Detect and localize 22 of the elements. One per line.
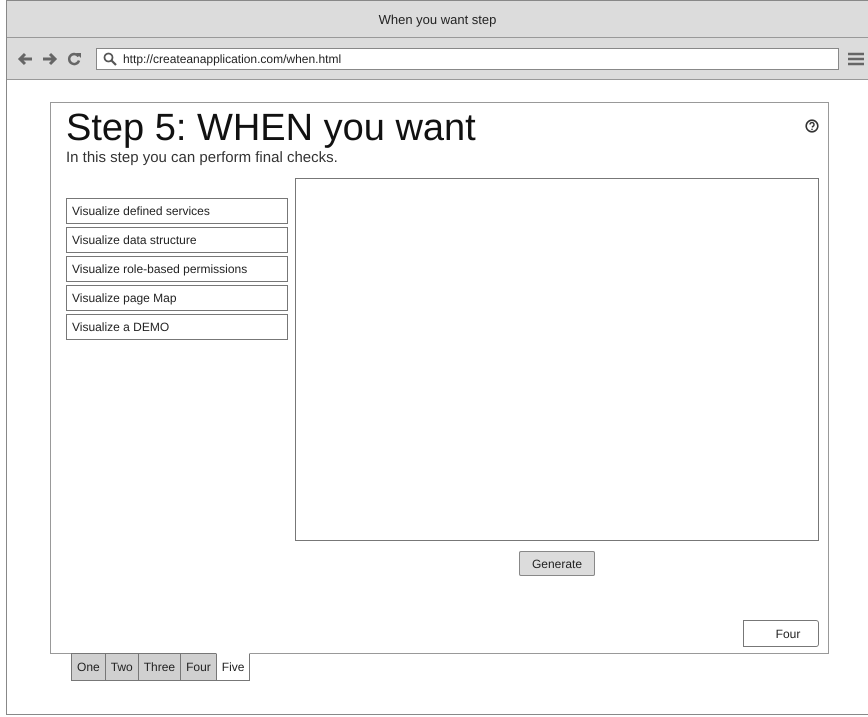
reload-icon[interactable] [67,52,81,66]
forward-arrow-icon[interactable] [42,52,58,66]
generate-button[interactable]: Generate [518,551,596,576]
address-field[interactable]: http://createanapplication.com/when.html [96,48,839,70]
search-icon [103,52,117,66]
help-icon[interactable] [805,119,819,133]
step-tab[interactable]: Five [216,653,250,681]
step-tab[interactable]: Four [180,653,217,681]
back-arrow-icon[interactable] [17,52,33,66]
visualize-button[interactable]: Visualize role-based permissions [66,256,288,282]
visualize-button[interactable]: Visualize data structure [66,227,288,253]
page-subtitle: In this step you can perform final checks. [66,149,339,166]
visualize-button[interactable]: Visualize page Map [66,285,288,311]
back-button[interactable]: Four [743,620,819,647]
visualize-button[interactable]: Visualize a DEMO [66,314,288,340]
visualize-button[interactable]: Visualize defined services [66,198,288,224]
page-title: Step 5: WHEN you want [66,107,476,149]
step-tab[interactable]: One [71,653,106,681]
step-tab[interactable]: Two [104,653,139,681]
menu-icon[interactable] [848,52,864,66]
step-tab[interactable]: Three [138,653,182,681]
window-title: When you want step [378,12,496,26]
